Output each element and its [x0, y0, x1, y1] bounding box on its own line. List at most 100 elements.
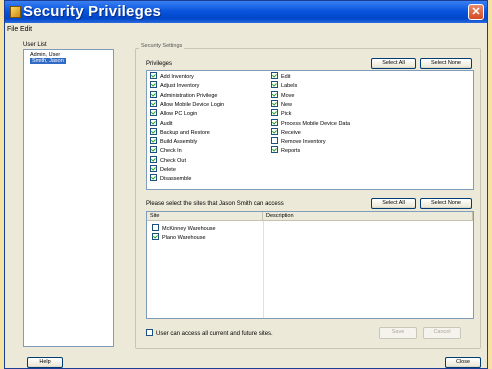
privilege-item[interactable]: Process Mobile Device Data [271, 118, 351, 127]
privileges-select-all-button[interactable]: Select All [371, 58, 416, 69]
column-divider [263, 221, 264, 318]
privilege-checkbox[interactable] [150, 90, 157, 98]
privilege-label: Process Mobile Device Data [281, 120, 351, 127]
site-row[interactable]: Plano Warehouse [152, 233, 206, 242]
privilege-label: Receive [281, 129, 301, 136]
privilege-item[interactable]: Add Inventory [150, 72, 194, 80]
description-column-header[interactable]: Description [263, 212, 473, 221]
user-list-label: User List [23, 42, 47, 48]
privilege-item[interactable]: Adjust Inventory [150, 81, 200, 90]
privilege-label: Reports [281, 148, 301, 155]
privilege-checkbox[interactable] [271, 81, 278, 89]
privilege-label: Disassemble [160, 176, 192, 183]
user-list[interactable]: Admin, User Smith, Jason [23, 49, 114, 347]
privilege-item[interactable]: Edit [271, 72, 291, 80]
privilege-label: New [281, 101, 293, 108]
app-icon [10, 6, 21, 18]
privilege-item[interactable]: Backup and Restore [150, 127, 210, 136]
privilege-label: Administration Privilege [160, 92, 218, 99]
privilege-label: Build Assembly [160, 139, 198, 146]
close-icon: ✕ [471, 6, 481, 18]
privilege-label: Delete [160, 167, 176, 173]
privilege-checkbox[interactable] [150, 118, 157, 126]
privilege-label: Allow PC Login [160, 111, 198, 118]
privilege-label: Backup and Restore [160, 129, 210, 136]
privilege-label: Check Out [160, 157, 186, 164]
close-window-button[interactable]: ✕ [468, 4, 484, 20]
privilege-label: Remove Inventory [281, 139, 326, 146]
privilege-checkbox[interactable] [150, 127, 157, 135]
sites-table[interactable]: Site Description McKinney Warehouse Plano… [146, 211, 474, 319]
privileges-label: Privileges [146, 61, 173, 67]
site-column-header[interactable]: Site [147, 212, 263, 221]
site-checkbox[interactable] [152, 233, 159, 240]
privilege-label: Adjust Inventory [160, 83, 200, 90]
privilege-item[interactable]: Disassemble [150, 174, 192, 183]
privilege-checkbox[interactable] [271, 109, 278, 117]
site-name: McKinney Warehouse [162, 226, 216, 232]
privilege-checkbox[interactable] [150, 155, 157, 163]
privilege-checkbox[interactable] [271, 90, 278, 98]
cancel-button[interactable]: Cancel [423, 327, 461, 339]
privilege-item[interactable]: Labels [271, 81, 298, 90]
privilege-item[interactable]: Reports [271, 146, 301, 155]
privilege-item[interactable]: Remove Inventory [271, 137, 326, 146]
privilege-item[interactable]: Check In [150, 146, 182, 155]
privilege-checkbox[interactable] [271, 146, 278, 154]
privilege-label: Edit [281, 74, 291, 80]
privilege-item[interactable]: Audit [150, 118, 173, 127]
privilege-checkbox[interactable] [271, 72, 278, 79]
privilege-item[interactable]: Pick [271, 109, 292, 118]
privilege-checkbox[interactable] [150, 81, 157, 89]
privilege-checkbox[interactable] [150, 165, 157, 172]
save-button[interactable]: Save [379, 327, 417, 339]
privilege-item[interactable]: New [271, 99, 293, 108]
title-bar[interactable]: Security Privileges ✕ [5, 1, 487, 23]
sites-prompt: Please select the sites that Jason Smith… [146, 201, 284, 207]
privilege-item[interactable]: Build Assembly [150, 137, 198, 146]
window-title: Security Privileges [23, 3, 162, 20]
privilege-item[interactable]: Check Out [150, 155, 186, 164]
user-list-item[interactable]: Smith, Jason [30, 58, 66, 64]
privilege-checkbox[interactable] [271, 118, 278, 126]
all-sites-label: User can access all current and future s… [156, 331, 273, 337]
privilege-checkbox[interactable] [271, 99, 278, 107]
privilege-checkbox[interactable] [150, 99, 157, 107]
privilege-checkbox[interactable] [150, 137, 157, 145]
privilege-checkbox[interactable] [150, 72, 157, 79]
close-button[interactable]: Close [445, 357, 481, 368]
site-row[interactable]: McKinney Warehouse [152, 224, 216, 233]
security-settings-label: Security Settings [139, 43, 185, 49]
privilege-checkbox[interactable] [271, 137, 278, 145]
privileges-select-none-button[interactable]: Select None [420, 58, 472, 69]
privilege-item[interactable]: Administration Privilege [150, 90, 218, 99]
privilege-label: Audit [160, 120, 173, 127]
user-name: Smith, Jason [30, 58, 66, 64]
site-name: Plano Warehouse [162, 235, 206, 241]
sites-select-none-button[interactable]: Select None [420, 198, 472, 209]
privilege-label: Pick [281, 111, 292, 118]
menu-edit[interactable]: Edit [20, 26, 32, 33]
menu-file[interactable]: File [7, 26, 18, 33]
privilege-label: Allow Mobile Device Login [160, 101, 225, 108]
privilege-label: Add Inventory [160, 74, 194, 80]
help-button[interactable]: Help [27, 357, 63, 368]
privilege-checkbox[interactable] [150, 146, 157, 154]
site-checkbox[interactable] [152, 224, 159, 231]
privilege-item[interactable]: Move [271, 90, 294, 99]
privilege-checkbox[interactable] [150, 109, 157, 117]
privilege-item[interactable]: Allow Mobile Device Login [150, 99, 225, 108]
privilege-item[interactable]: Receive [271, 127, 301, 136]
all-sites-checkbox[interactable] [146, 329, 153, 336]
all-sites-option[interactable]: User can access all current and future s… [146, 329, 273, 337]
privilege-item[interactable]: Allow PC Login [150, 109, 198, 118]
sites-select-all-button[interactable]: Select All [371, 198, 416, 209]
menu-bar: File Edit [5, 23, 487, 37]
privilege-item[interactable]: Delete [150, 165, 176, 173]
security-privileges-window: Security Privileges ✕ File Edit User Lis… [4, 0, 488, 369]
privileges-list[interactable]: Add Inventory Adjust Inventory Administrat… [146, 70, 474, 190]
privilege-checkbox[interactable] [271, 127, 278, 135]
privilege-checkbox[interactable] [150, 174, 157, 182]
privilege-label: Check In [160, 148, 182, 155]
privilege-label: Labels [281, 83, 298, 90]
